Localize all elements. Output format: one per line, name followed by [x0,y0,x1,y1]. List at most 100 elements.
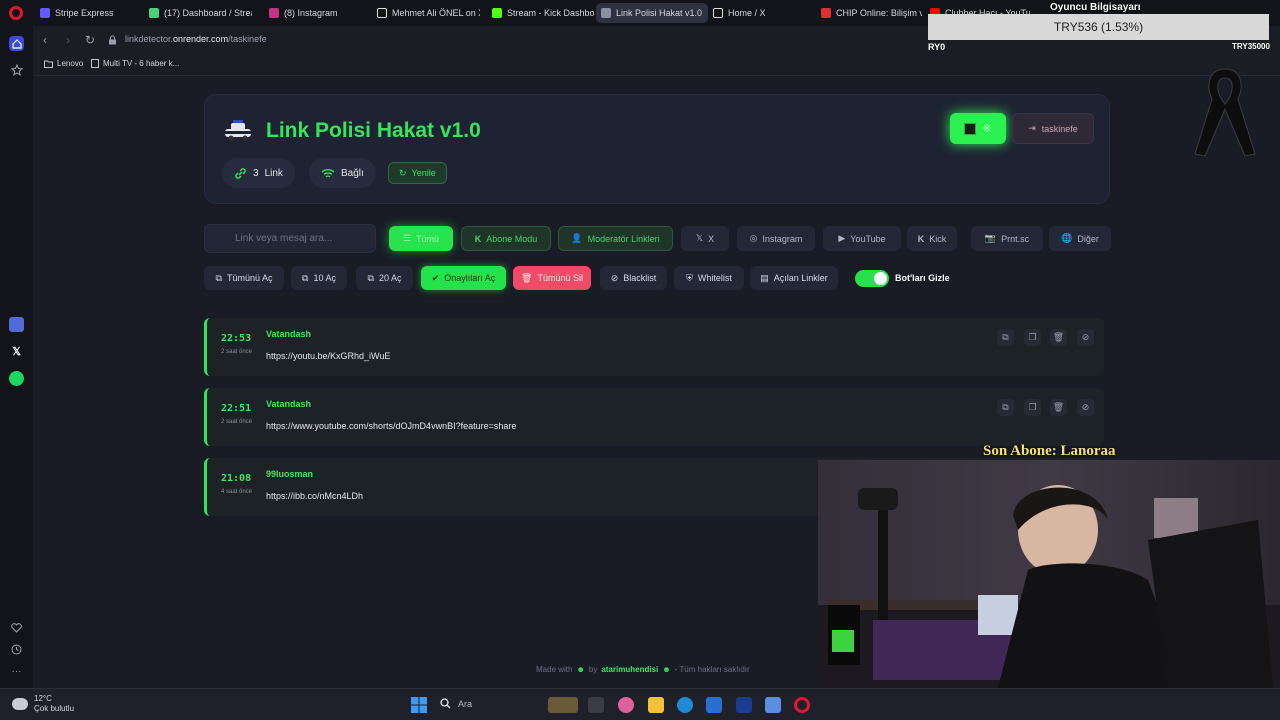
filter-all[interactable]: ☰ Tümü [389,226,453,251]
link-url[interactable]: https://ibb.co/nMcn4LDh [266,491,363,501]
external-link-icon: ⧉ [215,272,222,283]
taskbar-search[interactable]: Ara [440,698,472,709]
back-icon[interactable]: ‹ [38,33,52,47]
ban-icon[interactable]: ⊘ [1077,399,1094,416]
trash-icon: 🗑 [521,272,533,283]
ban-icon: ⊘ [610,272,619,283]
widget-icon[interactable] [548,697,578,713]
tab-dashboard[interactable]: (17) Dashboard / Stream [144,3,252,23]
home-icon[interactable] [9,36,24,51]
police-logo-icon [223,119,253,141]
folder-icon [44,60,53,68]
aria-icon[interactable] [9,317,24,332]
tab-x-home[interactable]: Home / X [708,3,813,23]
wifi-icon [321,168,335,177]
open-approved-button[interactable]: ✔ Onaylıları Aç [421,266,506,290]
shield-icon: ⛨ [686,272,693,283]
delete-icon[interactable]: 🗑 [1050,329,1067,346]
forward-icon[interactable]: › [61,33,75,47]
copy-icon[interactable]: ❐ [1024,399,1041,416]
page-icon [91,59,99,68]
bookmark-multitv[interactable]: Multi TV - 6 haber k... [91,59,179,68]
open-20-button[interactable]: ⧉ 20 Aç [356,266,413,290]
globe-icon: 🌐 [1061,233,1073,243]
pixel-icon [964,122,977,135]
logout-icon: ⇥ [1028,123,1036,133]
star-icon[interactable] [9,62,24,77]
check-circle-icon: ✔ [431,272,440,283]
copilot-icon[interactable] [618,697,634,713]
sparkle-icon: ✳ [982,123,992,135]
hide-bots-toggle[interactable] [855,270,889,287]
link-url[interactable]: https://www.youtube.com/shorts/dOJmD4vwn… [266,421,516,431]
filter-instagram[interactable]: ◎ Instagram [737,226,815,251]
windows-start-icon[interactable] [411,697,427,713]
filter-other[interactable]: 🌐 Diğer [1049,226,1111,251]
whitelist-button[interactable]: ⛨ Whitelist [674,266,744,290]
kick-filter-icon: K [917,233,925,244]
x-icon [377,8,387,18]
filter-moderator[interactable]: 👤 Moderatör Linkleri [558,226,673,251]
spotify-icon[interactable] [9,371,24,386]
edge-icon[interactable] [677,697,693,713]
link-count-chip: 3 Link [222,158,295,188]
ban-icon[interactable]: ⊘ [1077,329,1094,346]
link-url[interactable]: https://youtu.be/KxGRhd_iWuE [266,351,390,361]
task-view-icon[interactable] [588,697,604,713]
heart-icon[interactable] [9,620,24,635]
opera-logo-icon[interactable] [9,6,23,20]
logout-button[interactable]: ⇥ taskinefe [1012,113,1094,144]
refresh-button[interactable]: ↻ Yenile [388,162,447,184]
overlay-right-label: TRY35000 [1232,42,1270,51]
bookmark-lenovo[interactable]: Lenovo [44,59,83,68]
search-input[interactable]: Link veya mesaj ara... [204,224,376,253]
reload-icon[interactable]: ↻ [83,33,97,47]
filter-kick[interactable]: K Kick [907,226,957,251]
page-footer: Made with ☻ by atarimuhendisi ☻ - Tüm ha… [536,665,750,674]
tab-link-polisi[interactable]: Link Polisi Hakat v1.0 [596,3,708,23]
windows-taskbar: 12°C Çok bulutlu Ara [0,688,1280,720]
page-title: Link Polisi Hakat v1.0 [266,119,481,142]
filter-subscriber[interactable]: K Abone Modu [461,226,551,251]
delete-icon[interactable]: 🗑 [1050,399,1067,416]
open-link-icon[interactable]: ⧉ [997,399,1014,416]
chip-icon [821,8,831,18]
tab-stripe[interactable]: Stripe Express [35,3,143,23]
robot-icon: ☻ [576,665,585,674]
tab-x-post[interactable]: Mehmet Ali ÖNEL on X: [372,3,480,23]
open-all-button[interactable]: ⧉ Tümünü Aç [204,266,284,290]
more-icon[interactable]: ··· [9,664,24,679]
external-link-icon: ⧉ [302,272,309,283]
opera-taskbar-icon[interactable] [794,697,810,713]
tab-chip[interactable]: CHIP Online: Bilişim ve Te [816,3,922,23]
x-filter-icon: 𝕏 [695,233,704,243]
link-icon [235,167,246,179]
history-icon[interactable] [9,642,24,657]
filter-youtube[interactable]: ▶ YouTube [823,226,901,251]
opened-links-button[interactable]: ▤ Açılan Linkler [750,266,838,290]
camera-icon: 📷 [984,233,997,243]
dashboard-icon [149,8,159,18]
store-icon[interactable] [706,697,722,713]
kick-k-icon: K [474,233,482,244]
connection-status-chip: Bağlı [309,158,376,188]
open-link-icon[interactable]: ⧉ [997,329,1014,346]
filter-x[interactable]: 𝕏X [681,226,729,251]
open-10-button[interactable]: ⧉ 10 Aç [291,266,347,290]
file-explorer-icon[interactable] [648,697,664,713]
lenovo-icon[interactable] [736,697,752,713]
refresh-icon: ↻ [399,167,407,178]
blacklist-button[interactable]: ⊘ Blacklist [600,266,667,290]
copy-icon[interactable]: ❐ [1024,329,1041,346]
filter-prntsc[interactable]: 📷 Prnt.sc [971,226,1043,251]
youtube-filter-icon: ▶ [838,233,846,243]
delete-all-button[interactable]: 🗑 Tümünü Sil [513,266,591,290]
app-icon[interactable] [765,697,781,713]
x-sidebar-icon[interactable]: 𝕏 [9,344,24,359]
tab-instagram[interactable]: (8) Instagram [264,3,364,23]
list-item: 22:53 2 saat önce Vatandash https://yout… [204,318,1104,376]
theme-button[interactable]: ✳ [950,113,1006,144]
tab-kick[interactable]: Stream - Kick Dashboard [487,3,595,23]
url-input[interactable]: linkdetector.onrender.com/taskinefe [125,34,267,44]
weather-widget[interactable]: 12°C Çok bulutlu [12,694,74,714]
